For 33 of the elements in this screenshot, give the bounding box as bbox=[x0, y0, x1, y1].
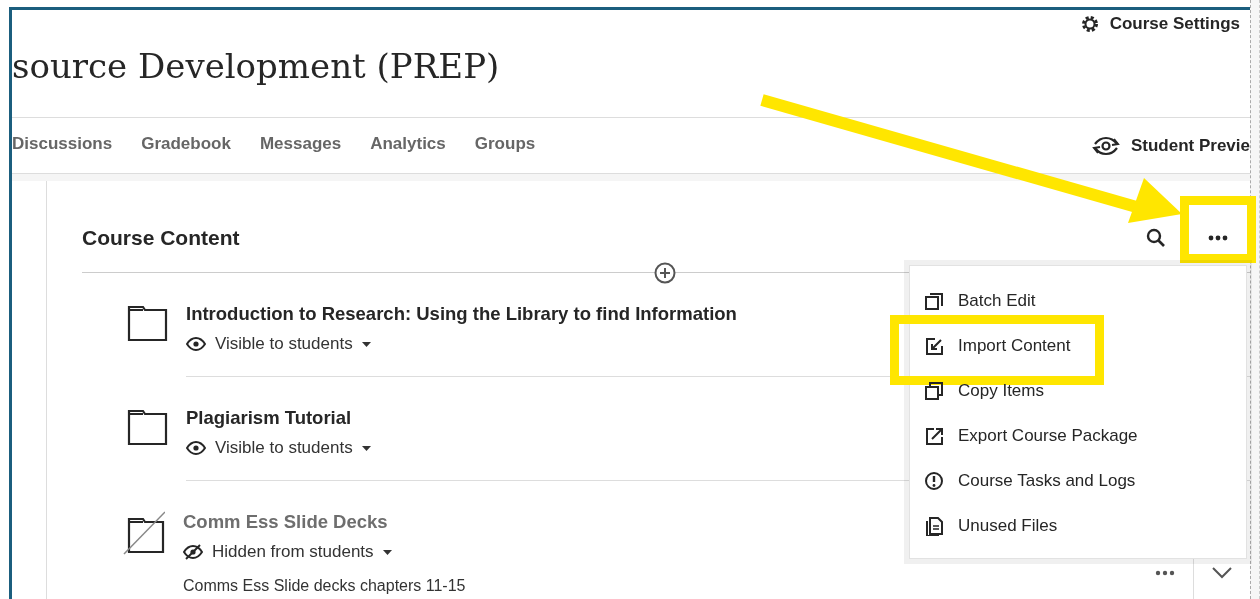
nav-tab[interactable]: Gradebook bbox=[141, 131, 231, 160]
exclamation-circle-icon bbox=[924, 470, 944, 491]
caret-icon bbox=[361, 445, 371, 451]
visibility-dropdown[interactable]: Hidden from students bbox=[183, 542, 392, 562]
more-icon bbox=[1155, 570, 1175, 576]
visibility-dropdown[interactable]: Visible to students bbox=[186, 334, 371, 354]
nav-tab[interactable]: Discussions bbox=[12, 131, 113, 160]
more-icon bbox=[1208, 235, 1228, 241]
nav-tab[interactable]: Groups bbox=[474, 131, 536, 160]
import-icon bbox=[924, 335, 944, 356]
stacked-edit-icon bbox=[924, 290, 944, 311]
eye-cycle-icon bbox=[1090, 134, 1121, 157]
nav-tab[interactable]: Messages bbox=[259, 131, 342, 160]
student-preview-button[interactable]: Student Previe bbox=[1090, 134, 1250, 157]
chevron-down-icon bbox=[1212, 567, 1232, 579]
search-icon bbox=[1146, 228, 1166, 248]
add-icon[interactable] bbox=[654, 262, 676, 284]
menu-item[interactable]: Batch Edit bbox=[910, 278, 1246, 323]
menu-item[interactable]: Import Content bbox=[910, 323, 1246, 368]
settings-icon bbox=[1079, 14, 1100, 34]
nav-tab[interactable]: Analytics bbox=[370, 131, 446, 160]
visibility-dropdown[interactable]: Visible to students bbox=[186, 438, 371, 458]
caret-icon bbox=[361, 341, 371, 347]
copy-icon bbox=[924, 380, 944, 401]
item-description: Comms Ess Slide decks chapters 11-15 bbox=[183, 577, 467, 595]
menu-item[interactable]: Unused Files bbox=[910, 503, 1246, 548]
menu-item[interactable]: Course Tasks and Logs bbox=[910, 458, 1246, 503]
course-title: source Development (PREP) bbox=[12, 46, 501, 86]
files-icon bbox=[924, 515, 944, 536]
section-title: Course Content bbox=[82, 226, 241, 250]
course-settings-link[interactable]: Course Settings bbox=[1079, 14, 1240, 34]
caret-icon bbox=[382, 549, 392, 555]
export-icon bbox=[924, 425, 944, 446]
